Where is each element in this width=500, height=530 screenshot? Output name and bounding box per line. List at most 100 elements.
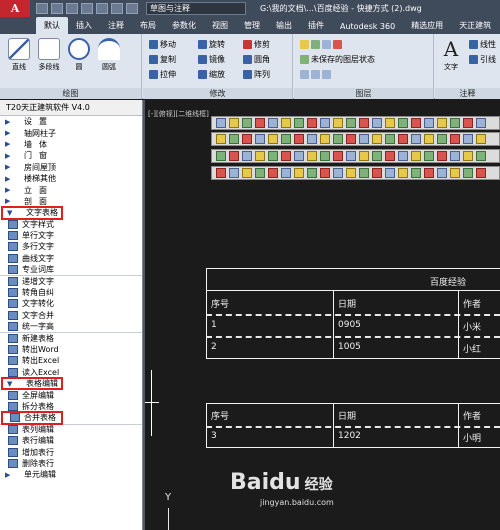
- new-icon[interactable]: [36, 3, 48, 14]
- tangent-tool-icon[interactable]: [450, 118, 460, 128]
- t20-section-4[interactable]: ▶ 房间屋顶: [0, 162, 142, 173]
- text-tool[interactable]: A 文字: [438, 38, 464, 72]
- tangent-tool-icon[interactable]: [359, 151, 369, 161]
- tangent-tool-icon[interactable]: [268, 134, 278, 144]
- table-item-1[interactable]: 转出Word: [0, 344, 142, 355]
- undo-icon[interactable]: [111, 3, 123, 14]
- tangent-tool-icon[interactable]: [450, 168, 460, 178]
- tangent-tool-icon[interactable]: [307, 151, 317, 161]
- table-edit-item-0[interactable]: 全屏编辑: [0, 389, 142, 400]
- tangent-tool-icon[interactable]: [255, 118, 265, 128]
- table-item-0[interactable]: 新建表格: [0, 332, 142, 343]
- tangent-tool-icon[interactable]: [268, 168, 278, 178]
- viewport-label[interactable]: [-][俯视][二维线框]: [148, 109, 209, 119]
- tangent-tool-icon[interactable]: [216, 118, 226, 128]
- tangent-tool-icon[interactable]: [268, 151, 278, 161]
- tangent-tool-icon[interactable]: [320, 168, 330, 178]
- tangent-tool-icon[interactable]: [476, 134, 486, 144]
- text-item-3[interactable]: 曲线文字: [0, 253, 142, 264]
- tangent-tool-icon[interactable]: [463, 168, 473, 178]
- tangent-tool-icon[interactable]: [437, 168, 447, 178]
- tangent-tool-icon[interactable]: [372, 151, 382, 161]
- tangent-tool-icon[interactable]: [411, 134, 421, 144]
- panel-layers-title[interactable]: 图层: [294, 88, 433, 99]
- tangent-tool-icon[interactable]: [216, 168, 226, 178]
- tangent-tool-icon[interactable]: [437, 134, 447, 144]
- workspace-select[interactable]: 草图与注释: [146, 2, 246, 15]
- tangent-tool-icon[interactable]: [346, 168, 356, 178]
- panel-annotate-title[interactable]: 注释: [435, 88, 500, 99]
- tangent-tool-icon[interactable]: [216, 134, 226, 144]
- save-as-icon[interactable]: [81, 3, 93, 14]
- tangent-tool-icon[interactable]: [281, 151, 291, 161]
- tangent-tool-icon[interactable]: [411, 151, 421, 161]
- tab-output[interactable]: 输出: [268, 17, 300, 34]
- open-icon[interactable]: [51, 3, 63, 14]
- circle-tool[interactable]: 圆: [66, 38, 92, 72]
- tab-featured-apps[interactable]: 精选应用: [403, 17, 451, 34]
- move-tool[interactable]: 移动: [149, 38, 176, 50]
- tangent-tool-icon[interactable]: [307, 134, 317, 144]
- tangent-tool-icon[interactable]: [385, 151, 395, 161]
- print-icon[interactable]: [96, 3, 108, 14]
- tangent-tool-icon[interactable]: [359, 118, 369, 128]
- tangent-tool-icon[interactable]: [294, 134, 304, 144]
- tangent-tool-icon[interactable]: [385, 134, 395, 144]
- tangent-tool-icon[interactable]: [281, 134, 291, 144]
- tangent-tool-icon[interactable]: [372, 134, 382, 144]
- t20-section-7[interactable]: ▶ 剖面: [0, 196, 142, 207]
- tangent-tool-icon[interactable]: [463, 118, 473, 128]
- fillet-tool[interactable]: 圆角: [243, 53, 270, 65]
- tangent-tool-icon[interactable]: [398, 151, 408, 161]
- tangent-tool-icon[interactable]: [320, 134, 330, 144]
- tangent-tool-icon[interactable]: [229, 134, 239, 144]
- tangent-tool-icon[interactable]: [281, 168, 291, 178]
- tangent-tool-icon[interactable]: [398, 134, 408, 144]
- save-icon[interactable]: [66, 3, 78, 14]
- layer-state-select[interactable]: 未保存的图层状态: [300, 53, 375, 65]
- rotate-tool[interactable]: 旋转: [198, 38, 225, 50]
- row-item-2[interactable]: 增加表行: [0, 446, 142, 457]
- tangent-tool-icon[interactable]: [307, 118, 317, 128]
- layer-tools[interactable]: [300, 68, 331, 80]
- t20-section-2[interactable]: ▶ 墙体: [0, 139, 142, 150]
- tangent-tool-icon[interactable]: [333, 168, 343, 178]
- tangent-tool-icon[interactable]: [229, 151, 239, 161]
- line-tool[interactable]: 直线: [6, 38, 32, 72]
- tangent-tool-icon[interactable]: [255, 168, 265, 178]
- tangent-tool-icon[interactable]: [359, 134, 369, 144]
- tangent-tool-icon[interactable]: [242, 134, 252, 144]
- table-edit-item-2[interactable]: 合并表格: [1, 411, 63, 425]
- tangent-tool-icon[interactable]: [424, 168, 434, 178]
- t20-section-6[interactable]: ▶ 立面: [0, 184, 142, 195]
- text-item-4[interactable]: 专业词库: [0, 264, 142, 275]
- tab-parametric[interactable]: 参数化: [164, 17, 204, 34]
- tangent-tool-icon[interactable]: [463, 134, 473, 144]
- array-tool[interactable]: 阵列: [243, 68, 270, 80]
- tab-layout[interactable]: 布局: [132, 17, 164, 34]
- panel-modify-title[interactable]: 修改: [143, 88, 292, 99]
- scale-tool[interactable]: 缩放: [198, 68, 225, 80]
- tangent-tool-icon[interactable]: [476, 151, 486, 161]
- table-item-2[interactable]: 转出Excel: [0, 355, 142, 366]
- text-item-2[interactable]: 多行文字: [0, 241, 142, 252]
- tangent-tool-icon[interactable]: [398, 168, 408, 178]
- copy-tool[interactable]: 复制: [149, 53, 176, 65]
- text-item-0[interactable]: 文字样式: [0, 219, 142, 230]
- tangent-tool-icon[interactable]: [307, 168, 317, 178]
- tangent-tool-icon[interactable]: [424, 134, 434, 144]
- row-item-1[interactable]: 表行编辑: [0, 435, 142, 446]
- tangent-tool-icon[interactable]: [281, 118, 291, 128]
- t20-section-5[interactable]: ▶ 楼梯其他: [0, 173, 142, 184]
- tangent-tool-icon[interactable]: [424, 151, 434, 161]
- table-edit-item-1[interactable]: 拆分表格: [0, 401, 142, 412]
- tangent-tool-icon[interactable]: [450, 134, 460, 144]
- trim-tool[interactable]: 修剪: [243, 38, 270, 50]
- tangent-tool-icon[interactable]: [437, 118, 447, 128]
- tab-annotate[interactable]: 注释: [100, 17, 132, 34]
- text-item-b-3[interactable]: 文字合并: [0, 310, 142, 321]
- text-item-b-0[interactable]: 递增文字: [0, 275, 142, 286]
- tab-insert[interactable]: 插入: [68, 17, 100, 34]
- text-item-b-4[interactable]: 统一字高: [0, 321, 142, 332]
- tangent-tool-icon[interactable]: [229, 118, 239, 128]
